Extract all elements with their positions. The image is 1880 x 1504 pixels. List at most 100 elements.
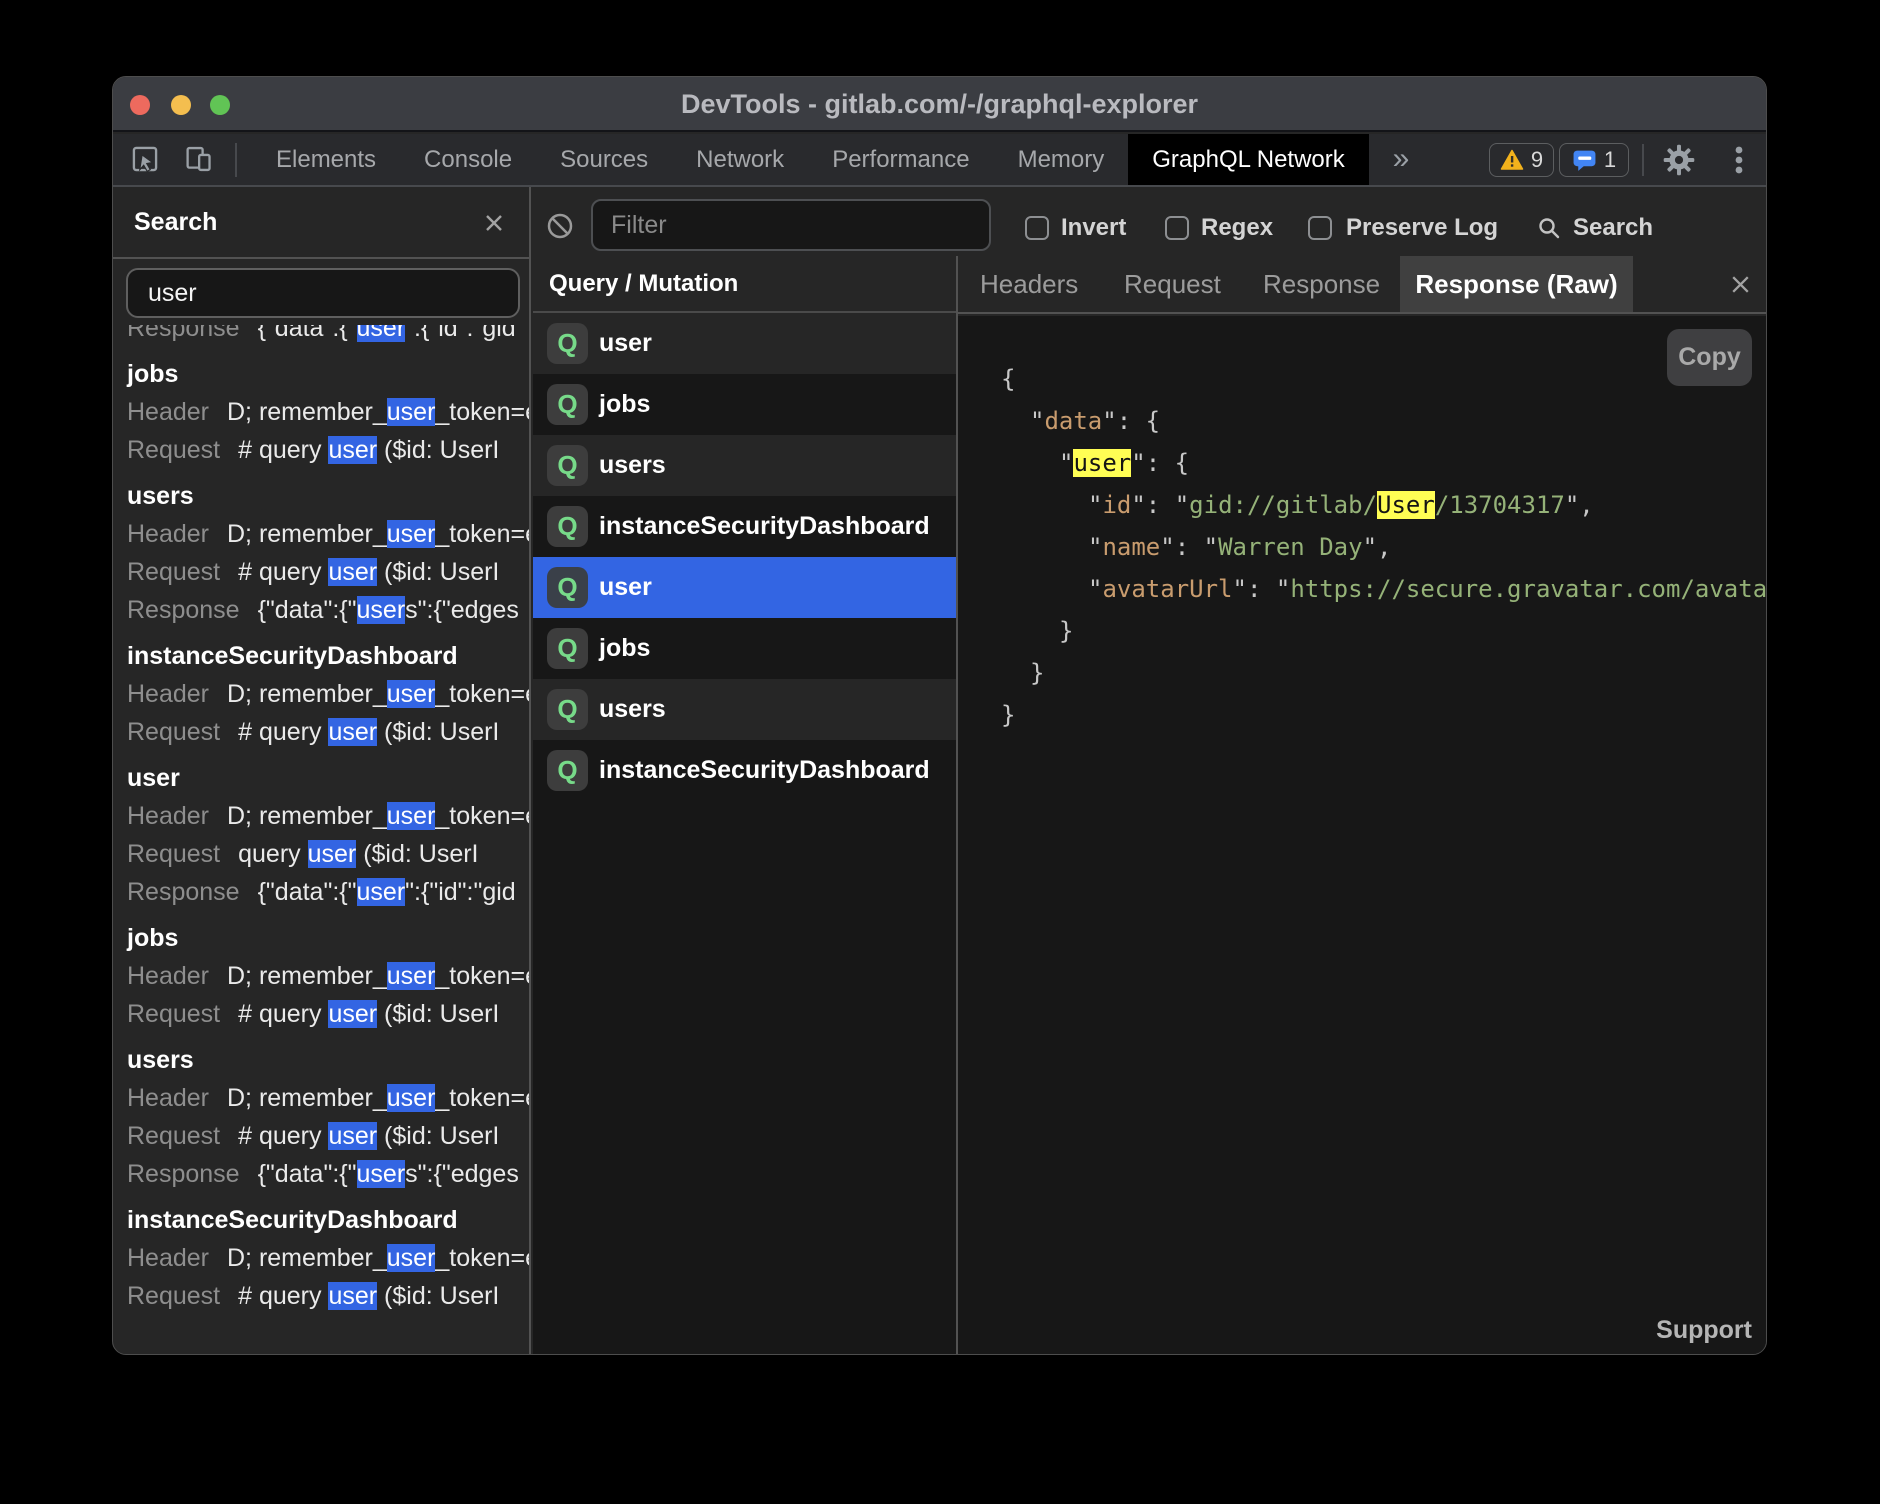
search-icon[interactable] <box>1537 216 1561 240</box>
query-badge: Q <box>547 506 588 547</box>
devtools-tabbar: ElementsConsoleSourcesNetworkPerformance… <box>113 134 1766 187</box>
result-group-title: user <box>127 759 531 797</box>
query-row-user[interactable]: Quser <box>533 313 956 374</box>
search-result-line[interactable]: Request# query user ($id: UserI <box>127 431 531 469</box>
query-list: QuserQjobsQusersQinstanceSecurityDashboa… <box>533 313 956 1354</box>
settings-gear-icon[interactable] <box>1662 143 1696 177</box>
query-row-instanceSecurityDashboard[interactable]: QinstanceSecurityDashboard <box>533 740 956 801</box>
search-result-line[interactable]: HeaderD; remember_user_token=ey <box>127 797 531 835</box>
warnings-count: 9 <box>1531 147 1543 173</box>
query-mutation-title: Query / Mutation <box>549 256 738 311</box>
invert-checkbox[interactable] <box>1025 216 1049 240</box>
tab-network[interactable]: Network <box>672 134 808 185</box>
tab-sources[interactable]: Sources <box>536 134 672 185</box>
search-result-line[interactable]: Request# query user ($id: UserI <box>127 1277 531 1315</box>
search-result-line[interactable]: HeaderD; remember_user_token=ey <box>127 1079 531 1117</box>
messages-badge[interactable]: 1 <box>1559 143 1629 177</box>
search-header-divider <box>113 257 531 259</box>
search-result-line[interactable]: Request# query user ($id: UserI <box>127 713 531 751</box>
tabbar-separator-2 <box>1642 144 1644 176</box>
result-group-title: jobs <box>127 919 531 957</box>
kebab-menu-icon[interactable] <box>1725 145 1753 175</box>
close-response-panel-icon[interactable] <box>1728 272 1753 297</box>
clear-filter-icon[interactable] <box>546 212 574 240</box>
json-view: {"data": {"user": {"id": "gid://gitlab/U… <box>1001 358 1766 736</box>
result-group-title: instanceSecurityDashboard <box>127 1201 531 1239</box>
query-badge: Q <box>547 445 588 486</box>
query-row-label: user <box>599 313 652 374</box>
query-row-users[interactable]: Qusers <box>533 679 956 740</box>
query-row-label: user <box>599 557 652 618</box>
search-result-line[interactable]: HeaderD; remember_user_token=ey <box>127 957 531 995</box>
support-link[interactable]: Support <box>1656 1316 1752 1345</box>
tab-response-raw[interactable]: Response (Raw) <box>1400 256 1633 312</box>
warning-icon <box>1500 149 1524 171</box>
preserve-log-checkbox[interactable] <box>1308 216 1332 240</box>
search-panel-title: Search <box>134 187 217 257</box>
search-results: Response{"data":{"user":{"id":"gidjobsHe… <box>113 325 531 1354</box>
tab-elements[interactable]: Elements <box>252 134 400 185</box>
query-row-users[interactable]: Qusers <box>533 435 956 496</box>
search-result-line[interactable]: Request# query user ($id: UserI <box>127 553 531 591</box>
window-titlebar[interactable]: DevTools - gitlab.com/-/graphql-explorer <box>113 77 1766 132</box>
left-panel-divider[interactable] <box>529 187 531 1354</box>
result-group-title: jobs <box>127 355 531 393</box>
query-row-user-selected[interactable]: Quser <box>533 557 956 618</box>
query-badge: Q <box>547 323 588 364</box>
tabbar-separator <box>235 143 237 177</box>
tab-request[interactable]: Request <box>1124 256 1221 312</box>
query-row-jobs[interactable]: Qjobs <box>533 374 956 435</box>
query-badge: Q <box>547 628 588 669</box>
query-row-jobs[interactable]: Qjobs <box>533 618 956 679</box>
search-result-line[interactable]: HeaderD; remember_user_token=ey <box>127 1239 531 1277</box>
response-tabstrip: Headers Request Response Response (Raw) <box>958 256 1766 314</box>
response-content: Copy {"data": {"user": {"id": "gid://git… <box>958 316 1766 1354</box>
invert-label: Invert <box>1061 216 1126 240</box>
query-badge: Q <box>547 689 588 730</box>
search-result-line[interactable]: Request# query user ($id: UserI <box>127 995 531 1033</box>
query-row-label: instanceSecurityDashboard <box>599 496 930 557</box>
close-search-panel-icon[interactable] <box>480 209 508 237</box>
search-input-value: user <box>148 270 197 316</box>
search-result-line[interactable]: Requestquery user ($id: UserI <box>127 835 531 873</box>
messages-count: 1 <box>1604 147 1616 173</box>
inspect-element-icon[interactable] <box>131 145 159 173</box>
query-row-label: jobs <box>599 374 650 435</box>
regex-checkbox[interactable] <box>1165 216 1189 240</box>
toolbar-search-label[interactable]: Search <box>1573 216 1653 240</box>
result-group-title: users <box>127 1041 531 1079</box>
search-result-line[interactable]: Response{"data":{"user":{"id":"gid <box>127 325 531 347</box>
search-input[interactable]: user <box>126 268 520 318</box>
query-row-instanceSecurityDashboard[interactable]: QinstanceSecurityDashboard <box>533 496 956 557</box>
query-row-label: instanceSecurityDashboard <box>599 740 930 801</box>
search-result-line[interactable]: Request# query user ($id: UserI <box>127 1117 531 1155</box>
tab-performance[interactable]: Performance <box>808 134 993 185</box>
tab-console[interactable]: Console <box>400 134 536 185</box>
tab-response[interactable]: Response <box>1263 256 1380 312</box>
filter-placeholder: Filter <box>611 201 667 249</box>
device-toolbar-icon[interactable] <box>183 145 213 173</box>
query-row-label: jobs <box>599 618 650 679</box>
warnings-badge[interactable]: 9 <box>1489 143 1554 177</box>
window-title: DevTools - gitlab.com/-/graphql-explorer <box>113 77 1766 130</box>
search-result-line[interactable]: HeaderD; remember_user_token=ey <box>127 515 531 553</box>
result-group-title: instanceSecurityDashboard <box>127 637 531 675</box>
tab-graphql-network[interactable]: GraphQL Network <box>1128 134 1369 185</box>
query-row-label: users <box>599 435 666 496</box>
tab-headers[interactable]: Headers <box>980 256 1078 312</box>
query-row-label: users <box>599 679 666 740</box>
devtools-window: DevTools - gitlab.com/-/graphql-explorer… <box>112 76 1767 1355</box>
query-mutation-header: Query / Mutation <box>533 256 956 311</box>
search-result-line[interactable]: Response{"data":{"users":{"edges <box>127 591 531 629</box>
search-result-line[interactable]: Response{"data":{"user":{"id":"gid <box>127 873 531 911</box>
more-tabs-chevron[interactable]: » <box>1383 134 1419 185</box>
devtools-tab-list: ElementsConsoleSourcesNetworkPerformance… <box>252 134 1369 185</box>
search-result-line[interactable]: Response{"data":{"users":{"edges <box>127 1155 531 1193</box>
regex-label: Regex <box>1201 216 1273 240</box>
search-result-line[interactable]: HeaderD; remember_user_token=ey <box>127 393 531 431</box>
filter-input[interactable]: Filter <box>591 199 991 251</box>
tab-memory[interactable]: Memory <box>994 134 1129 185</box>
search-result-line[interactable]: HeaderD; remember_user_token=ey <box>127 675 531 713</box>
query-badge: Q <box>547 384 588 425</box>
result-group-title: users <box>127 477 531 515</box>
